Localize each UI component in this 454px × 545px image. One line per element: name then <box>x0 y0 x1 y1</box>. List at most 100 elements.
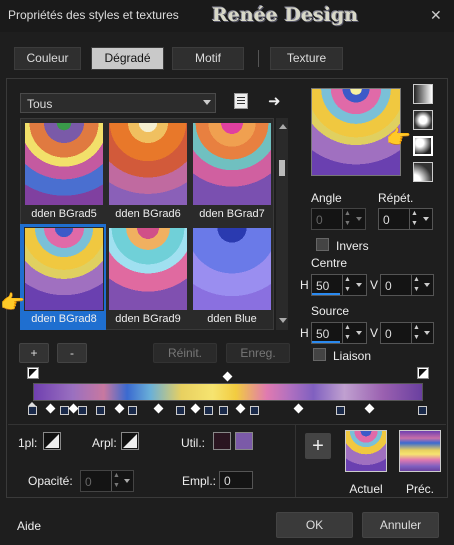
invert-checkbox[interactable] <box>316 238 329 251</box>
link-checkbox[interactable] <box>313 348 326 361</box>
current-preview[interactable] <box>345 430 387 472</box>
pointer-hand-icon: 👉 <box>0 292 25 314</box>
gradient-label: dden BGrad9 <box>115 313 181 325</box>
cancel-button[interactable]: Annuler <box>362 512 439 538</box>
repeat-field[interactable]: 0 ▲ ▼ <box>378 208 433 230</box>
gradient-thumb[interactable] <box>108 122 188 206</box>
help-link[interactable]: Aide <box>17 519 41 533</box>
color-stop[interactable] <box>128 406 137 415</box>
source-v-field[interactable]: 0 ▲ ▼ <box>380 322 434 344</box>
gradient-label: dden BGrad5 <box>31 208 97 220</box>
sunburst-style-icon[interactable] <box>413 136 433 156</box>
back-color-swatch[interactable] <box>121 432 139 450</box>
source-h-stepper[interactable]: ▲ ▼ <box>342 323 352 343</box>
first-stop-marker[interactable] <box>27 367 39 379</box>
color-stop[interactable] <box>96 406 105 415</box>
category-value: Tous <box>27 97 53 111</box>
angle-field[interactable]: 0 ▲ ▼ <box>311 208 366 230</box>
close-icon[interactable]: ✕ <box>430 7 442 24</box>
gradient-thumb[interactable] <box>24 227 104 311</box>
scroll-thumb[interactable] <box>279 160 285 176</box>
chevron-down-icon[interactable] <box>424 283 430 287</box>
opacity-stepper[interactable]: ▲ ▼ <box>111 471 121 491</box>
center-v-field[interactable]: 0 ▲ ▼ <box>380 274 434 296</box>
color-midpoint[interactable] <box>293 403 304 414</box>
color-midpoint[interactable] <box>364 403 375 414</box>
color-stop[interactable] <box>204 406 213 415</box>
remove-gradient-button[interactable]: - <box>57 343 87 363</box>
color-midpoint[interactable] <box>68 403 79 414</box>
reset-button[interactable]: Réinit. <box>153 343 217 363</box>
arrow-right-icon[interactable]: ➜ <box>268 92 281 110</box>
tab-couleur[interactable]: Couleur <box>14 47 81 70</box>
gradient-thumb[interactable] <box>108 227 188 311</box>
radial-style-icon[interactable] <box>413 162 433 182</box>
center-h-field[interactable]: 50 ▲ ▼ <box>311 274 367 296</box>
center-h-level <box>312 293 340 295</box>
color-stop[interactable] <box>219 406 228 415</box>
gradient-editor-bar[interactable] <box>33 383 423 401</box>
ok-button[interactable]: OK <box>276 512 353 538</box>
source-label: Source <box>311 304 350 318</box>
color-stop[interactable] <box>250 406 259 415</box>
opacity-field[interactable]: 0 ▲ ▼ <box>80 470 134 492</box>
location-field[interactable]: 0 <box>219 471 253 489</box>
tab-texture[interactable]: Texture <box>270 47 343 70</box>
source-h-field[interactable]: 50 ▲ ▼ <box>311 322 367 344</box>
tab-degrade[interactable]: Dégradé <box>91 47 164 70</box>
chevron-down-icon[interactable] <box>424 331 430 335</box>
user-color-swatch-1[interactable] <box>213 432 231 450</box>
source-h-label: H <box>300 326 309 340</box>
angle-stepper[interactable]: ▲ ▼ <box>342 209 352 229</box>
color-midpoint[interactable] <box>45 403 56 414</box>
color-stop[interactable] <box>336 406 345 415</box>
invert-label[interactable]: Invers <box>336 239 369 253</box>
color-midpoint[interactable] <box>235 403 246 414</box>
chevron-down-icon[interactable] <box>423 217 429 221</box>
link-label[interactable]: Liaison <box>333 349 371 363</box>
chevron-down-icon[interactable] <box>124 479 130 483</box>
color-stop[interactable] <box>78 406 87 415</box>
chevron-down-icon[interactable] <box>356 331 362 335</box>
title-bar: Propriétés des styles et textures Renée … <box>0 0 454 32</box>
tab-divider <box>258 50 259 67</box>
linear-style-icon[interactable] <box>413 84 433 104</box>
angle-value: 0 <box>316 213 323 227</box>
color-stop[interactable] <box>60 406 69 415</box>
user-color-swatch-2[interactable] <box>235 432 253 450</box>
center-h-stepper[interactable]: ▲ ▼ <box>342 275 352 295</box>
add-to-library-button[interactable]: + <box>305 433 331 459</box>
color-stop[interactable] <box>28 406 37 415</box>
chevron-up-icon[interactable] <box>279 124 287 129</box>
gradient-thumb[interactable] <box>24 122 104 206</box>
gradient-thumb[interactable] <box>192 227 272 311</box>
color-stop[interactable] <box>176 406 185 415</box>
source-v-stepper[interactable]: ▲ ▼ <box>411 323 421 343</box>
add-gradient-button[interactable]: + <box>19 343 49 363</box>
color-midpoint[interactable] <box>114 403 125 414</box>
chevron-down-icon[interactable] <box>279 318 287 323</box>
user-color-label: Util.: <box>181 436 205 450</box>
color-stop[interactable] <box>418 406 427 415</box>
first-color-label: 1pl: <box>18 436 38 450</box>
first-color-swatch[interactable] <box>43 432 61 450</box>
page-menu-icon[interactable] <box>234 93 248 109</box>
save-gradient-button[interactable]: Enreg. <box>226 343 290 363</box>
category-select[interactable]: Tous <box>20 93 216 113</box>
gradient-thumb[interactable] <box>192 122 272 206</box>
previous-preview[interactable] <box>399 430 441 472</box>
center-v-stepper[interactable]: ▲ ▼ <box>411 275 421 295</box>
repeat-stepper[interactable]: ▲ ▼ <box>409 209 419 229</box>
window-title: Propriétés des styles et textures <box>8 8 179 22</box>
rectangular-style-icon[interactable] <box>413 110 433 130</box>
color-midpoint[interactable] <box>153 403 164 414</box>
chevron-down-icon[interactable] <box>356 283 362 287</box>
chevron-down-icon <box>203 100 211 105</box>
gradient-label: dden BGrad6 <box>115 208 181 220</box>
list-scrollbar[interactable] <box>276 118 288 330</box>
last-stop-marker[interactable] <box>417 367 429 379</box>
color-midpoint[interactable] <box>190 403 201 414</box>
tab-motif[interactable]: Motif <box>172 47 244 70</box>
chevron-down-icon[interactable] <box>356 217 362 221</box>
pointer-hand-icon: 👉 <box>386 127 411 149</box>
